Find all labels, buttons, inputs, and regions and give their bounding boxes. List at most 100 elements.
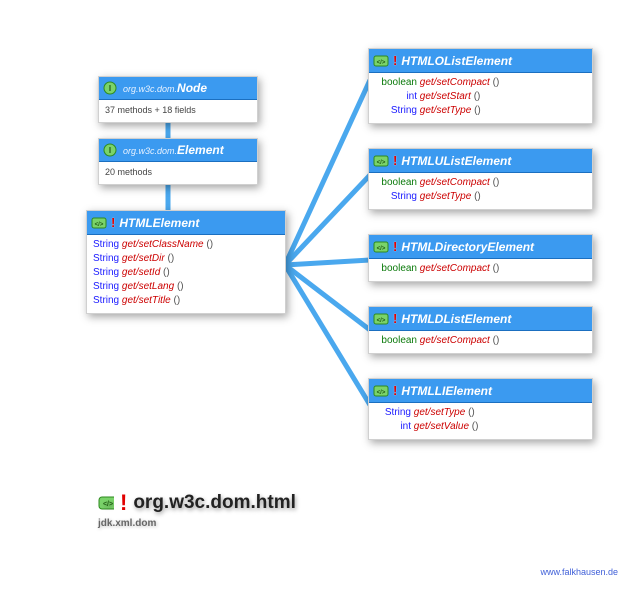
class-li-name: HTMLLIElement [401,384,492,398]
method-params: () [474,105,481,116]
method-row: int get/setStart () [375,90,586,104]
class-element-header: I org.w3c.dom.Element [99,139,257,162]
svg-text:</>: </> [103,501,113,508]
class-element[interactable]: I org.w3c.dom.Element 20 methods [98,138,258,185]
class-directory-name: HTMLDirectoryElement [401,240,534,254]
class-olist-header: </> ! HTMLOListElement [369,49,592,73]
class-dlist-name: HTMLDListElement [401,312,511,326]
deprecated-icon: ! [120,490,127,516]
svg-text:</>: </> [377,160,386,166]
method-row: String get/setClassName () [93,238,279,252]
html-interface-icon: </> [373,54,389,68]
method-return-type: String [93,294,119,308]
deprecated-icon: ! [393,311,397,326]
html-interface-icon: </> [373,240,389,254]
svg-text:I: I [109,84,111,93]
method-return-type: int [375,90,417,104]
svg-text:I: I [109,146,111,155]
class-dlist-header: </> ! HTMLDListElement [369,307,592,331]
method-name: get/setCompact [420,335,490,346]
method-return-type: boolean [375,262,417,276]
method-row: boolean get/setCompact () [375,176,586,190]
method-return-type: String [375,104,417,118]
method-return-type: String [93,266,119,280]
method-return-type: boolean [375,334,417,348]
class-dlist-element[interactable]: </> ! HTMLDListElement boolean get/setCo… [368,306,593,354]
class-html-element[interactable]: </> ! HTMLElement String get/setClassNam… [86,210,286,314]
method-name: get/setId [122,267,160,278]
html-interface-icon: </> [373,384,389,398]
class-li-header: </> ! HTMLLIElement [369,379,592,403]
method-name: get/setType [414,407,466,418]
interface-icon: I [103,81,119,95]
class-ulist-methods: boolean get/setCompact ()String get/setT… [369,173,592,209]
method-return-type: int [375,420,411,434]
method-params: () [493,77,500,88]
class-ulist-header: </> ! HTMLUListElement [369,149,592,173]
method-row: boolean get/setCompact () [375,262,586,276]
method-params: () [206,239,213,250]
method-return-type: String [93,238,119,252]
class-node-name: Node [177,81,207,95]
method-params: () [474,191,481,202]
class-li-element[interactable]: </> ! HTMLLIElement String get/setType (… [368,378,593,440]
class-dlist-methods: boolean get/setCompact () [369,331,592,353]
method-return-type: String [93,252,119,266]
method-params: () [468,407,475,418]
method-row: boolean get/setCompact () [375,334,586,348]
method-row: int get/setValue () [375,420,586,434]
interface-icon: I [103,143,119,157]
method-params: () [167,253,174,264]
method-name: get/setStart [420,91,471,102]
method-name: get/setCompact [420,77,490,88]
deprecated-icon: ! [393,153,397,168]
svg-text:</>: </> [377,246,386,252]
method-name: get/setCompact [420,177,490,188]
class-ulist-element[interactable]: </> ! HTMLUListElement boolean get/setCo… [368,148,593,210]
method-row: String get/setLang () [93,280,279,294]
method-return-type: boolean [375,76,417,90]
method-row: String get/setType () [375,406,586,420]
method-row: String get/setTitle () [93,294,279,308]
class-node-header: I org.w3c.dom.Node [99,77,257,100]
class-directory-element[interactable]: </> ! HTMLDirectoryElement boolean get/s… [368,234,593,282]
method-row: String get/setDir () [93,252,279,266]
html-interface-icon: </> [91,216,107,230]
method-name: get/setType [420,105,472,116]
method-return-type: String [375,406,411,420]
class-node-pkg: org.w3c.dom. [123,84,177,94]
method-row: boolean get/setCompact () [375,76,586,90]
class-html-element-methods: String get/setClassName ()String get/set… [87,235,285,313]
deprecated-icon: ! [393,383,397,398]
diagram-title: </> ! org.w3c.dom.html jdk.xml.dom [98,490,296,529]
method-params: () [474,91,481,102]
deprecated-icon: ! [111,215,115,230]
deprecated-icon: ! [393,239,397,254]
diagram-subtitle: jdk.xml.dom [98,518,296,529]
method-params: () [174,295,181,306]
method-name: get/setValue [414,421,469,432]
html-interface-icon: </> [373,312,389,326]
class-element-pkg: org.w3c.dom. [123,146,177,156]
class-directory-methods: boolean get/setCompact () [369,259,592,281]
method-row: String get/setId () [93,266,279,280]
method-name: get/setClassName [122,239,204,250]
class-directory-header: </> ! HTMLDirectoryElement [369,235,592,259]
method-name: get/setType [420,191,472,202]
footer-link[interactable]: www.falkhausen.de [540,567,618,577]
method-return-type: String [375,190,417,204]
method-name: get/setLang [122,281,174,292]
method-row: String get/setType () [375,104,586,118]
svg-text:</>: </> [95,222,104,228]
class-olist-methods: boolean get/setCompact ()int get/setStar… [369,73,592,123]
diagram-title-text: org.w3c.dom.html [133,492,296,514]
class-olist-element[interactable]: </> ! HTMLOListElement boolean get/setCo… [368,48,593,124]
method-return-type: boolean [375,176,417,190]
method-row: String get/setType () [375,190,586,204]
class-element-name: Element [177,143,224,157]
deprecated-icon: ! [393,53,397,68]
class-node[interactable]: I org.w3c.dom.Node 37 methods + 18 field… [98,76,258,123]
method-name: get/setDir [122,253,165,264]
svg-text:</>: </> [377,60,386,66]
method-params: () [493,263,500,274]
